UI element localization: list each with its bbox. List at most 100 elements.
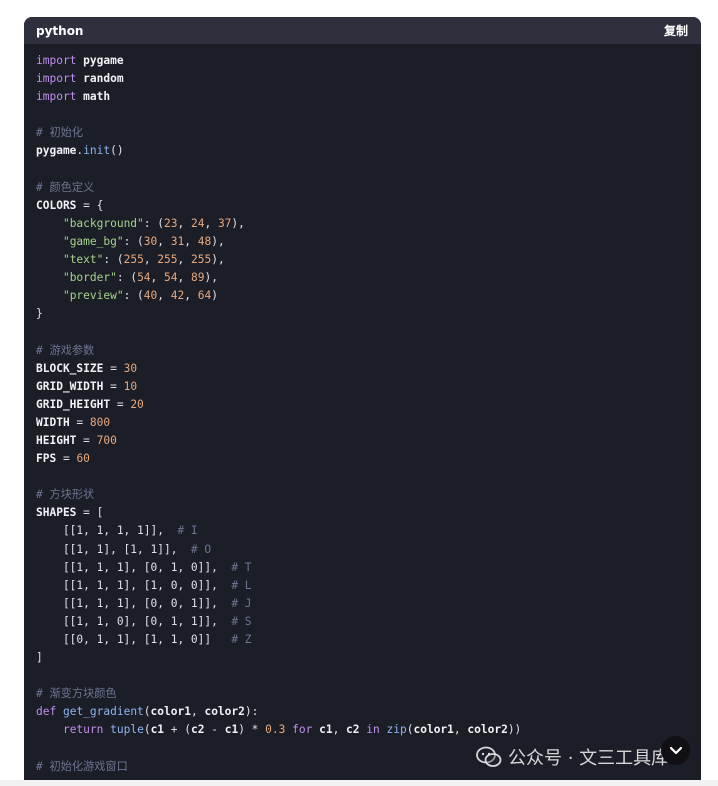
code-token: 48 [197,234,212,248]
code-token: , [157,289,171,303]
code-token: def [36,705,57,719]
code-token: c1 [150,723,165,737]
code-token: 40 [143,289,158,303]
code-token: + ( [164,723,191,737]
code-token: "game_bg" [62,234,124,248]
code-token: color2 [467,723,508,737]
code-token: , [177,271,191,285]
code-token: random [83,72,124,86]
code-line: ] [36,649,689,667]
code-token: 255 [157,253,178,267]
scroll-down-button[interactable] [661,736,690,765]
code-block: python 复制 import pygame import random impo… [24,17,701,786]
code-line: [[0, 1, 1], [1, 1, 0]] # Z [36,631,689,649]
code-token: [[1, 1, 1, 1]], [36,524,178,538]
code-token: [[1, 1, 0], [0, 1, 1]], [36,614,232,628]
code-token: 255 [191,253,212,267]
code-line: [[1, 1, 1, 1]], # I [36,522,689,540]
code-line: [[1, 1, 1], [1, 0, 0]], # L [36,577,689,595]
code-token: [[1, 1, 1], [0, 0, 1]], [36,596,232,610]
code-token: "text" [62,253,104,267]
code-line: "text": (255, 255, 255), [36,251,689,269]
code-token: 20 [130,397,144,411]
code-token: # O [190,542,212,556]
code-token: # T [231,560,252,574]
code-token: c1 [319,723,333,737]
code-line: # 游戏参数 [36,342,689,360]
code-line: return tuple(c1 + (c2 - c1) * 0.3 for c1… [36,721,689,739]
code-token: ), [211,234,225,248]
code-token: : ( [143,216,164,230]
code-token: 0.3 [265,723,286,737]
code-token: 54 [164,271,178,285]
code-token: return [62,723,104,737]
code-token: 37 [217,216,232,230]
code-token: 42 [170,289,185,303]
code-token: ), [231,216,245,230]
code-token: = [103,361,124,375]
code-token: pygame [83,54,124,67]
chevron-down-icon [669,746,682,754]
code-token: # Z [231,633,252,646]
code-token: # S [231,614,252,628]
code-token: c2 [191,723,205,737]
code-token: # L [231,578,252,592]
code-token: 700 [96,433,117,447]
code-token: } [36,307,43,321]
code-token: )) [507,723,522,737]
code-token: = [ [76,506,104,520]
code-token: import [36,90,77,104]
code-line: # 初始化游戏窗口 [36,758,689,776]
code-token: 89 [191,271,205,285]
code-line: BLOCK_SIZE = 30 [36,360,689,378]
code-token: 10 [123,379,138,393]
code-token: [[0, 1, 1], [1, 1, 0]] [36,633,232,646]
code-line: pygame.init() [36,142,689,160]
code-line: "background": (23, 24, 37), [36,215,689,233]
code-line: import math [36,88,689,106]
code-token: ( [143,705,151,719]
code-token: , [143,253,158,267]
code-line: [[1, 1, 1], [0, 0, 1]], # J [36,595,689,613]
code-line: # 初始化 [36,124,689,142]
code-token: : ( [103,253,124,267]
code-token: color1 [413,723,454,737]
code-token: import [36,54,77,67]
code-token: FPS [36,452,57,466]
code-token: GRID_WIDTH [36,379,104,393]
code-token: # 渐变方块颜色 [36,687,117,701]
copy-button[interactable]: 复制 [664,22,688,39]
code-token: = [103,379,124,393]
code-token: "background" [62,216,144,230]
code-token: 255 [123,253,144,267]
code-line: "preview": (40, 42, 64) [36,287,689,305]
code-token: 64 [197,289,212,303]
code-token: c2 [346,723,360,737]
code-line: FPS = 60 [36,450,689,468]
code-line: WIDTH = 800 [36,414,689,432]
code-token: COLORS [36,198,77,212]
code-content[interactable]: import pygame import random import math # … [24,44,701,776]
code-token: 800 [89,415,111,429]
code-token: , [184,234,198,248]
code-token: , [177,216,191,230]
code-token: : ( [116,271,138,285]
code-line: import pygame [36,52,689,70]
code-line: [[1, 1, 1], [0, 1, 0]], # T [36,559,689,577]
code-token: # 游戏参数 [36,343,95,357]
code-line: GRID_HEIGHT = 20 [36,396,689,414]
code-line: GRID_WIDTH = 10 [36,378,689,396]
code-token: init [83,144,111,158]
code-token: import [36,72,77,86]
code-token: 23 [164,216,178,230]
code-line: COLORS = { [36,197,689,215]
code-token: math [83,90,111,104]
code-token: WIDTH [36,415,70,429]
